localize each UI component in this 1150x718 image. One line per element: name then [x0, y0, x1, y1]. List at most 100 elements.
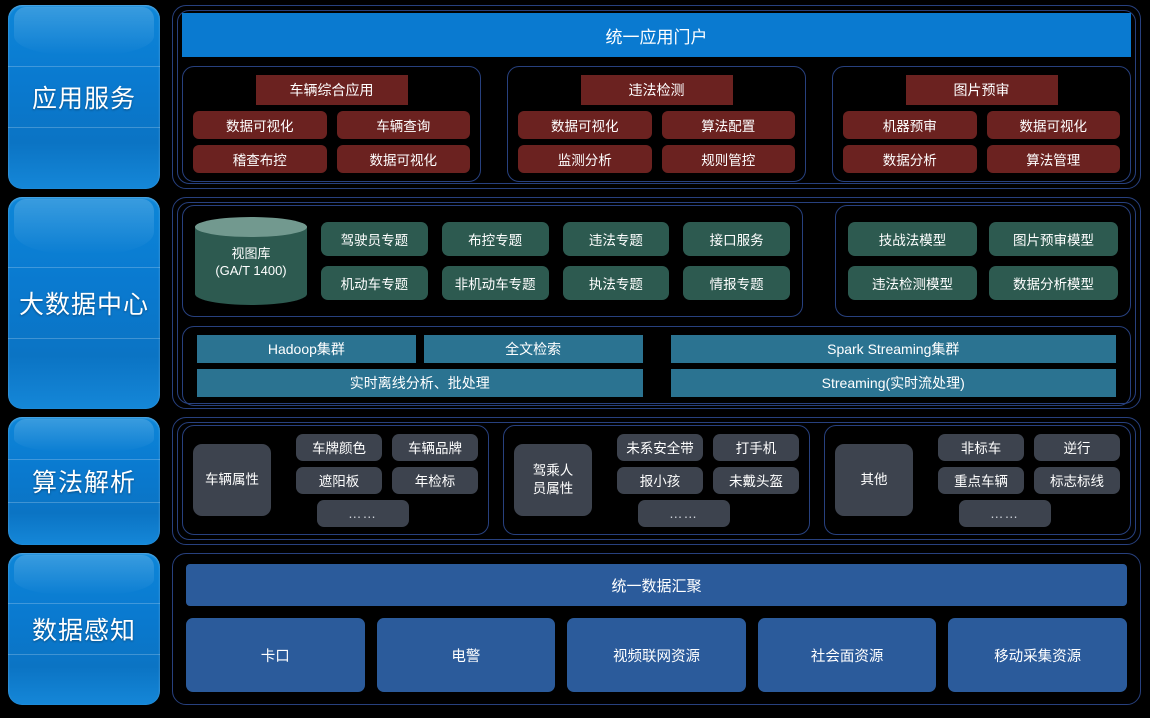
streaming-cluster-column: Spark Streaming集群 Streaming(实时流处理): [670, 335, 1116, 397]
algo-chip-row: 未系安全带 打手机: [604, 433, 799, 461]
sidebar-item-algorithm-parsing[interactable]: 算法解析: [8, 417, 160, 545]
gloss-highlight: [14, 419, 154, 453]
algo-chip-more[interactable]: ……: [637, 499, 730, 527]
algo-chip[interactable]: 报小孩: [617, 466, 703, 494]
app-button[interactable]: 数据可视化: [336, 145, 470, 173]
algo-category-label: 驾乘人 员属性: [514, 444, 592, 516]
algo-attribute-chips: 未系安全带 打手机 报小孩 未戴头盔 ……: [604, 433, 799, 527]
model-chip[interactable]: 违法检测模型: [848, 266, 977, 300]
gloss-highlight: [14, 555, 154, 595]
app-button[interactable]: 数据分析: [843, 145, 977, 173]
sidebar-item-application-service[interactable]: 应用服务: [8, 5, 160, 189]
algo-chip-row: ……: [604, 499, 799, 527]
app-button[interactable]: 规则管控: [661, 145, 795, 173]
app-group-image-pre-review: 图片预审 机器预审 数据可视化 数据分析 算法管理: [832, 66, 1131, 182]
database-label: 视图库 (GA/T 1400): [195, 245, 307, 279]
algo-chip-more[interactable]: ……: [958, 499, 1051, 527]
cluster-chip-offline-analysis[interactable]: 实时离线分析、批处理: [197, 369, 643, 397]
subject-chip[interactable]: 非机动车专题: [441, 266, 549, 300]
model-chip[interactable]: 数据分析模型: [989, 266, 1118, 300]
architecture-diagram: 应用服务 大数据中心 算法解析 数据感知 统一应用门户 车辆综合应用 数据可视化…: [0, 0, 1150, 718]
app-button[interactable]: 数据可视化: [986, 111, 1120, 139]
cluster-chip-spark-streaming[interactable]: Spark Streaming集群: [670, 335, 1116, 363]
algo-chip[interactable]: 重点车辆: [938, 466, 1024, 494]
subject-chip[interactable]: 布控专题: [441, 222, 549, 256]
subject-chip[interactable]: 执法专题: [562, 266, 670, 300]
sidebar-item-data-perception[interactable]: 数据感知: [8, 553, 160, 705]
sidebar-item-label: 大数据中心: [18, 291, 149, 319]
app-button[interactable]: 算法管理: [986, 145, 1120, 173]
sidebar-item-label: 数据感知: [31, 617, 136, 645]
unified-data-gathering-bar[interactable]: 统一数据汇聚: [186, 564, 1127, 606]
algo-category-label-line1: 驾乘人: [532, 463, 574, 478]
database-standard: (GA/T 1400): [215, 263, 287, 278]
group-buttons: 数据可视化 车辆查询 稽查布控 数据可视化: [193, 111, 470, 173]
sidebar-item-label: 应用服务: [31, 85, 136, 113]
model-chip[interactable]: 技战法模型: [848, 222, 977, 256]
compute-cluster-panel: Hadoop集群 全文检索 实时离线分析、批处理 Spark Streaming…: [182, 326, 1131, 406]
app-button[interactable]: 监测分析: [518, 145, 652, 173]
algo-chip[interactable]: 打手机: [713, 433, 799, 461]
algo-chip[interactable]: 车辆品牌: [392, 433, 478, 461]
subject-chip[interactable]: 违法专题: [562, 222, 670, 256]
app-button[interactable]: 数据可视化: [518, 111, 652, 139]
bigdata-center-panel: 视图库 (GA/T 1400) 驾驶员专题 布控专题 违法专题 接口服务 机动车…: [172, 197, 1141, 409]
algo-chip[interactable]: 遮阳板: [296, 466, 382, 494]
app-button[interactable]: 车辆查询: [336, 111, 470, 139]
algo-category-label: 其他: [835, 444, 913, 516]
algo-chip[interactable]: 未系安全带: [617, 433, 703, 461]
layer-sidebar: 应用服务 大数据中心 算法解析 数据感知: [0, 2, 168, 718]
algo-chip[interactable]: 逆行: [1034, 433, 1120, 461]
algo-chip[interactable]: 年检标: [392, 466, 478, 494]
subject-chip[interactable]: 情报专题: [683, 266, 790, 300]
app-group-vehicle-comprehensive: 车辆综合应用 数据可视化 车辆查询 稽查布控 数据可视化: [182, 66, 481, 182]
database-name: 视图库: [231, 246, 271, 261]
algo-group-other: 其他 非标车 逆行 重点车辆 标志标线 ……: [824, 425, 1131, 535]
group-buttons: 机器预审 数据可视化 数据分析 算法管理: [843, 111, 1120, 173]
streaming-cluster-bottom-row: Streaming(实时流处理): [670, 369, 1116, 397]
subject-chip[interactable]: 机动车专题: [321, 266, 428, 300]
subject-chip[interactable]: 接口服务: [683, 222, 790, 256]
model-chip[interactable]: 图片预审模型: [989, 222, 1118, 256]
algo-chip-row: 车牌颜色 车辆品牌: [283, 433, 478, 461]
group-buttons: 数据可视化 算法配置 监测分析 规则管控: [518, 111, 795, 173]
subject-chips: 驾驶员专题 布控专题 违法专题 接口服务 机动车专题 非机动车专题 执法专题 情…: [321, 222, 790, 300]
app-button[interactable]: 机器预审: [843, 111, 977, 139]
algo-group-vehicle-attributes: 车辆属性 车牌颜色 车辆品牌 遮阳板 年检标 ……: [182, 425, 489, 535]
algo-category-label-line2: 员属性: [532, 481, 574, 496]
app-button[interactable]: 稽查布控: [193, 145, 327, 173]
data-source-chip-epolice[interactable]: 电警: [376, 618, 556, 692]
batch-cluster-top-row: Hadoop集群 全文检索: [197, 335, 643, 363]
application-groups: 车辆综合应用 数据可视化 车辆查询 稽查布控 数据可视化 违法检测 数据可视化 …: [182, 66, 1131, 182]
algo-chip-row: 非标车 逆行: [925, 433, 1120, 461]
cylinder-top-ellipse: [195, 217, 307, 237]
data-source-row: 卡口 电警 视频联网资源 社会面资源 移动采集资源: [186, 618, 1127, 692]
app-button[interactable]: 数据可视化: [193, 111, 327, 139]
layers-content: 统一应用门户 车辆综合应用 数据可视化 车辆查询 稽查布控 数据可视化 违法检测…: [168, 2, 1150, 718]
cluster-chip-hadoop[interactable]: Hadoop集群: [197, 335, 416, 363]
algo-attribute-chips: 非标车 逆行 重点车辆 标志标线 ……: [925, 433, 1120, 527]
group-title: 车辆综合应用: [255, 75, 408, 105]
data-source-chip-checkpoint[interactable]: 卡口: [186, 618, 365, 692]
data-source-chip-video-network[interactable]: 视频联网资源: [567, 618, 746, 692]
group-title: 图片预审: [905, 75, 1058, 105]
app-button[interactable]: 算法配置: [661, 111, 795, 139]
algo-chip[interactable]: 未戴头盔: [713, 466, 799, 494]
data-source-chip-social[interactable]: 社会面资源: [757, 618, 937, 692]
algo-chip[interactable]: 标志标线: [1034, 466, 1120, 494]
subject-chip[interactable]: 驾驶员专题: [321, 222, 428, 256]
sidebar-item-bigdata-center[interactable]: 大数据中心: [8, 197, 160, 409]
cluster-chip-fulltext-search[interactable]: 全文检索: [423, 335, 643, 363]
bigdata-top-row: 视图库 (GA/T 1400) 驾驶员专题 布控专题 违法专题 接口服务 机动车…: [182, 205, 1131, 317]
algo-chip[interactable]: 车牌颜色: [296, 433, 382, 461]
unified-application-portal-bar[interactable]: 统一应用门户: [182, 13, 1131, 57]
algo-chip-row: ……: [925, 499, 1120, 527]
cluster-chip-streaming[interactable]: Streaming(实时流处理): [670, 369, 1116, 397]
algo-attribute-chips: 车牌颜色 车辆品牌 遮阳板 年检标 ……: [283, 433, 478, 527]
data-source-chip-mobile-collection[interactable]: 移动采集资源: [948, 618, 1127, 692]
data-perception-panel: 统一数据汇聚 卡口 电警 视频联网资源 社会面资源 移动采集资源: [172, 553, 1141, 705]
algo-chip-more[interactable]: ……: [316, 499, 409, 527]
algo-chip-row: ……: [283, 499, 478, 527]
gather-title: 统一数据汇聚: [611, 577, 702, 595]
algo-chip[interactable]: 非标车: [938, 433, 1024, 461]
